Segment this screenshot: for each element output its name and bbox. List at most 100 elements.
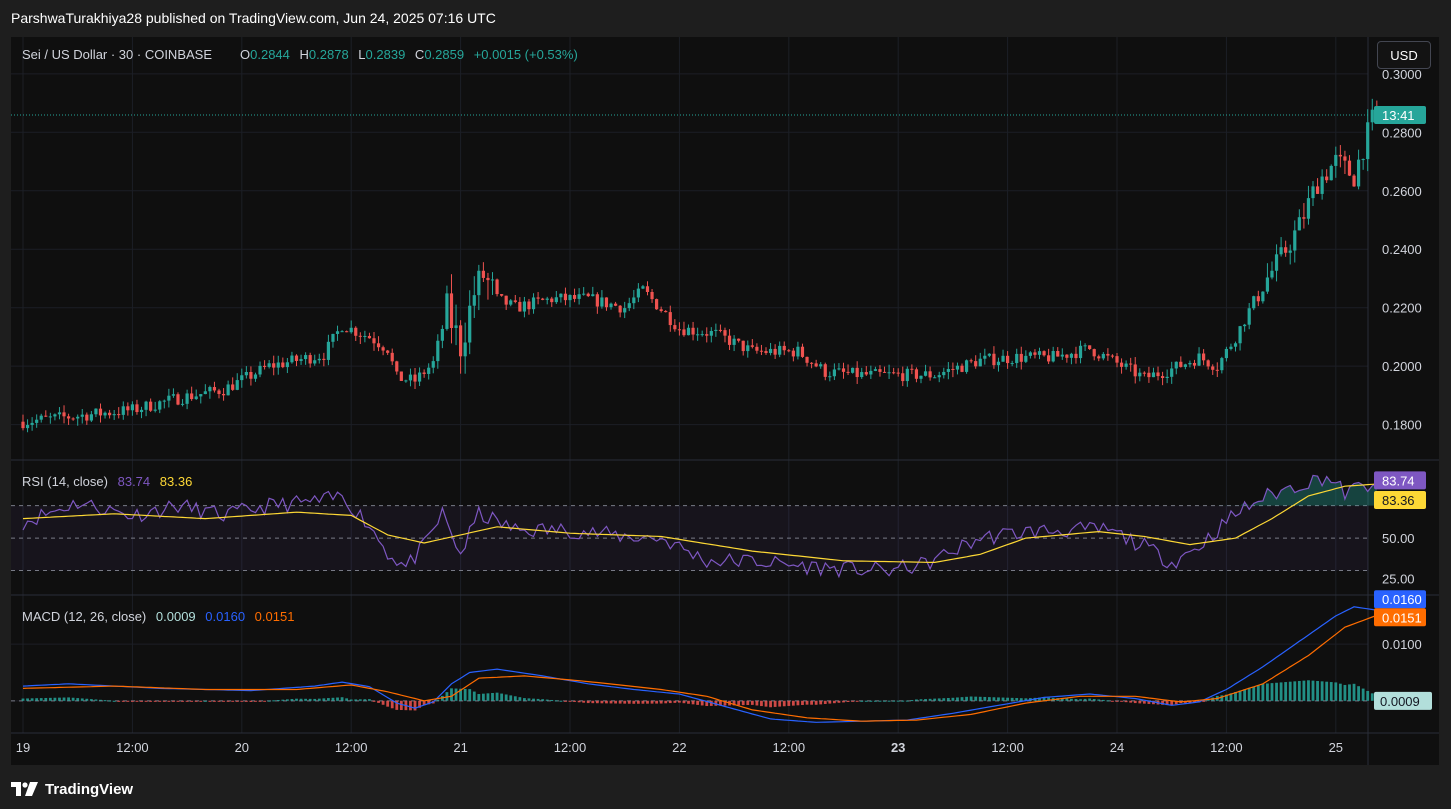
candle-body [559, 293, 563, 298]
macd-histogram-bar [878, 700, 882, 702]
candle-body [759, 350, 764, 352]
macd-histogram-bar [1279, 682, 1283, 701]
macd-histogram-bar [910, 700, 914, 702]
macd-histogram-bar [782, 700, 786, 707]
rsi-label: RSI (14, close) [22, 474, 108, 489]
macd-histogram-bar [960, 697, 964, 701]
macd-histogram-bar [1366, 690, 1370, 701]
candle-body [632, 297, 636, 304]
macd-histogram-bar [358, 699, 362, 701]
macd-histogram-bar [1065, 698, 1069, 701]
time-axis[interactable]: 19 12:00 20 12:00 21 12:00 22 12:00 23 12:00 24 12:… [16, 740, 1343, 755]
price-tick-label: 0.2200 [1382, 301, 1422, 316]
macd-histogram-bar [1357, 686, 1360, 701]
macd-histogram-bar [1092, 699, 1096, 701]
candle-body [846, 371, 850, 373]
candle-body [691, 327, 695, 335]
candle-body [349, 327, 353, 333]
macd-histogram-bar [117, 700, 121, 702]
candle-body [386, 350, 390, 353]
macd-histogram-bar [436, 699, 440, 701]
candle-body [1037, 351, 1042, 355]
macd-histogram-bar [108, 700, 112, 702]
macd-histogram-bar [454, 688, 458, 701]
macd-pane[interactable] [11, 606, 1379, 723]
candle-body [463, 342, 467, 357]
macd-histogram-bar [1343, 684, 1347, 701]
candle-body [1015, 353, 1019, 364]
macd-histogram-bar [481, 693, 485, 701]
candle-body [618, 305, 622, 313]
candle-body [1028, 352, 1032, 356]
rsi-pane[interactable] [11, 474, 1378, 579]
candle-body [1147, 372, 1151, 378]
macd-histogram-bar [89, 699, 93, 701]
low-value: 0.2839 [366, 47, 406, 62]
macd-histogram-bar [942, 698, 946, 701]
macd-histogram-bar [121, 700, 125, 702]
time-tick-label: 20 [235, 740, 249, 755]
candle-body [914, 369, 919, 379]
macd-histogram-bar [892, 700, 896, 702]
price-axis[interactable]: 0.3000 0.2800 0.2600 0.2400 0.2200 0.2000 0.18… [1374, 67, 1432, 710]
candle-body [1151, 372, 1156, 378]
candle-body [1293, 230, 1297, 251]
candle-body [367, 335, 372, 339]
candle-body [1092, 349, 1096, 357]
macd-histogram-bar [1088, 698, 1092, 701]
candle-body [190, 393, 194, 400]
candle-body [1252, 296, 1256, 309]
candle-body [723, 330, 727, 336]
candle-body [805, 356, 809, 363]
macd-histogram-bar [650, 700, 654, 704]
candle-body [194, 396, 198, 400]
candle-body [158, 401, 162, 410]
macd-histogram-bar [390, 700, 394, 709]
candle-body [299, 359, 303, 361]
macd-histogram-bar [796, 700, 800, 706]
macd-histogram-bar [1334, 682, 1338, 701]
candle-body [641, 286, 645, 289]
candle-body [1006, 355, 1010, 364]
candle-body [1065, 354, 1069, 358]
macd-hist-badge-label: 0.0009 [1380, 694, 1420, 709]
macd-hist-value: 0.0009 [156, 609, 196, 624]
candle-body [363, 335, 367, 337]
macd-histogram-bar [687, 700, 690, 704]
pane-separators [11, 37, 1439, 765]
candle-body [404, 380, 408, 382]
candle-body [1056, 351, 1060, 357]
candle-body [395, 361, 399, 372]
time-tick-label: 19 [16, 740, 30, 755]
currency-button[interactable]: USD [1377, 41, 1431, 69]
macd-histogram-bar [295, 698, 298, 701]
macd-histogram-bar [609, 700, 613, 704]
macd-histogram-bar [527, 698, 531, 701]
macd-histogram-bar [1261, 683, 1265, 701]
candle-body [135, 404, 139, 413]
candle-body [449, 293, 454, 329]
candle-body [103, 412, 107, 416]
candle-body [399, 371, 403, 381]
candle-body [645, 286, 650, 292]
macd-histogram-bar [1220, 695, 1224, 701]
candle-body [1074, 353, 1078, 359]
time-tick-label: 12:00 [773, 740, 806, 755]
macd-histogram-bar [1138, 700, 1142, 704]
candle-body [94, 408, 98, 415]
candle-body [85, 414, 89, 421]
macd-histogram-bar [203, 700, 207, 702]
candle-body [281, 362, 285, 368]
chart-svg[interactable]: 0.3000 0.2800 0.2600 0.2400 0.2200 0.2000 0.18… [0, 0, 1451, 809]
candle-body [696, 334, 700, 336]
candle-body [1297, 217, 1301, 231]
candle-body [823, 364, 827, 377]
candle-body [1106, 353, 1110, 356]
macd-histogram-bar [550, 699, 554, 701]
candlestick-series[interactable] [21, 98, 1379, 433]
candle-body [358, 335, 362, 337]
candle-body [737, 338, 741, 341]
candle-body [1024, 355, 1028, 362]
candle-body [272, 363, 276, 368]
candle-body [62, 412, 66, 417]
